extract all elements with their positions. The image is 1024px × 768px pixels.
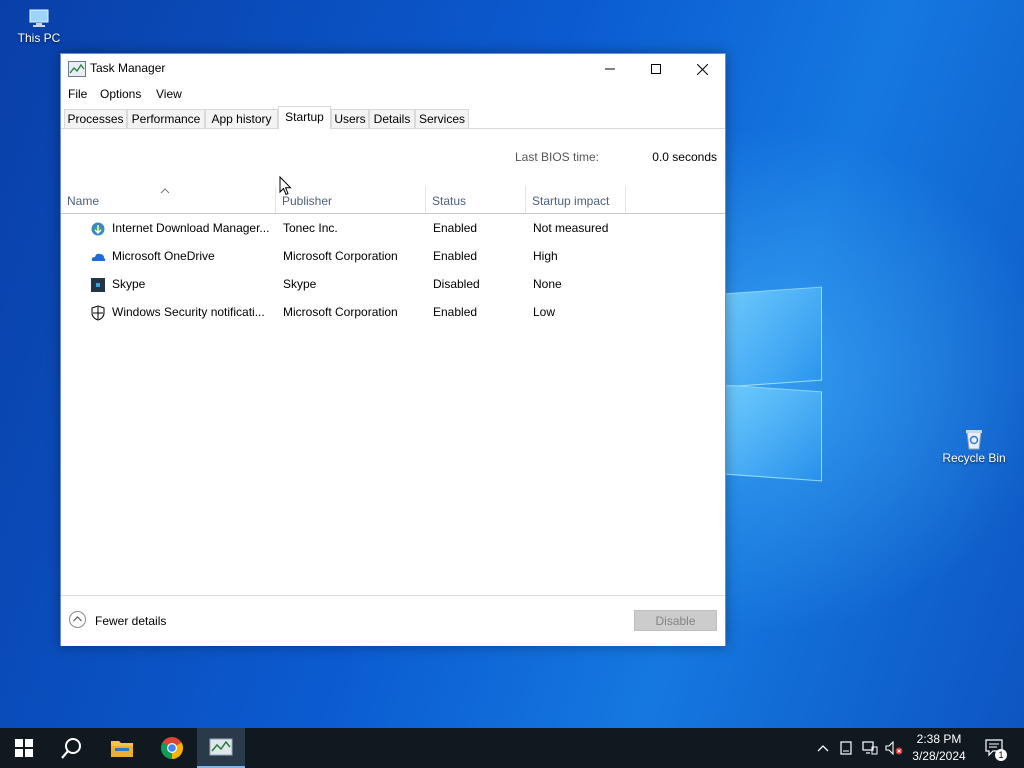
tab-processes[interactable]: Processes <box>64 109 127 128</box>
notification-count-badge: 1 <box>995 749 1007 761</box>
window-title: Task Manager <box>90 61 166 75</box>
fewer-details-link[interactable]: Fewer details <box>95 614 166 628</box>
taskbar-chrome[interactable] <box>148 728 196 768</box>
row-name: Skype <box>112 277 146 291</box>
task-manager-window: Task Manager File Options View Processes… <box>60 53 726 646</box>
menu-options[interactable]: Options <box>100 87 141 101</box>
column-header-status[interactable]: Status <box>426 186 526 213</box>
search-icon <box>61 738 81 759</box>
row-publisher: Microsoft Corporation <box>283 249 398 263</box>
taskbar: 2:38 PM 3/28/2024 1 <box>0 728 1024 768</box>
tab-users[interactable]: Users <box>331 109 369 128</box>
desktop-icon-this-pc[interactable]: This PC <box>0 8 79 45</box>
wallpaper-logo-pane <box>724 286 822 388</box>
title-bar[interactable]: Task Manager <box>61 54 725 84</box>
shield-icon <box>90 305 105 321</box>
row-publisher: Skype <box>283 277 317 291</box>
start-button[interactable] <box>0 728 48 768</box>
minimize-icon <box>605 68 615 70</box>
row-status: Enabled <box>433 249 478 263</box>
table-row[interactable]: Skype Skype Disabled None <box>61 270 725 298</box>
row-impact: None <box>533 277 562 291</box>
minimize-button[interactable] <box>587 54 633 84</box>
column-headers: Name Publisher Status Startup impact <box>61 186 725 214</box>
taskbar-file-explorer[interactable] <box>98 728 146 768</box>
row-publisher: Microsoft Corporation <box>283 305 398 319</box>
menu-file[interactable]: File <box>68 87 87 101</box>
tab-app-history[interactable]: App history <box>205 109 278 128</box>
menu-bar: File Options View <box>61 85 725 105</box>
row-name: Microsoft OneDrive <box>112 249 215 263</box>
table-row[interactable]: Microsoft OneDrive Microsoft Corporation… <box>61 242 725 270</box>
desktop: This PC Recycle Bin Task Manager File Op… <box>0 0 1024 728</box>
table-row[interactable]: Windows Security notificati... Microsoft… <box>61 298 725 326</box>
row-impact: Low <box>533 305 556 319</box>
row-impact: High <box>533 249 558 263</box>
onedrive-icon <box>90 249 106 263</box>
system-clock[interactable]: 2:38 PM 3/28/2024 <box>906 731 972 765</box>
tab-details[interactable]: Details <box>369 109 415 128</box>
column-header-name[interactable]: Name <box>61 186 276 213</box>
device-icon[interactable] <box>837 739 855 757</box>
folder-icon <box>111 741 133 757</box>
desktop-icon-label: This PC <box>17 31 61 45</box>
network-icon[interactable] <box>861 739 879 757</box>
row-name: Windows Security notificati... <box>112 305 265 319</box>
footer: Fewer details Disable <box>61 595 725 646</box>
bios-time-value: 0.0 seconds <box>652 150 717 164</box>
clock-time: 2:38 PM <box>916 732 962 746</box>
tab-performance[interactable]: Performance <box>127 109 205 128</box>
maximize-button[interactable] <box>633 54 679 84</box>
disable-button[interactable]: Disable <box>634 610 717 631</box>
row-status: Enabled <box>433 221 478 235</box>
close-icon <box>696 63 708 75</box>
row-status: Enabled <box>433 305 478 319</box>
tab-startup[interactable]: Startup <box>278 106 331 129</box>
row-status: Disabled <box>433 277 480 291</box>
close-button[interactable] <box>679 54 725 84</box>
task-manager-icon <box>209 738 233 756</box>
windows-logo-icon <box>15 739 33 757</box>
bios-time-label: Last BIOS time: <box>514 150 599 164</box>
maximize-icon <box>651 64 661 74</box>
skype-icon <box>90 277 105 292</box>
chrome-icon <box>161 737 183 759</box>
table-row[interactable]: Internet Download Manager... Tonec Inc. … <box>61 214 725 242</box>
column-header-startup-impact[interactable]: Startup impact <box>526 186 626 213</box>
computer-icon <box>27 8 51 28</box>
idm-icon <box>90 221 105 236</box>
clock-date: 3/28/2024 <box>912 749 966 763</box>
task-manager-icon <box>68 61 86 77</box>
mouse-cursor-icon <box>279 175 292 201</box>
tab-services[interactable]: Services <box>415 109 469 128</box>
menu-view[interactable]: View <box>156 87 182 101</box>
wallpaper-logo-pane <box>724 384 822 482</box>
row-publisher: Tonec Inc. <box>283 221 338 235</box>
desktop-icon-label: Recycle Bin <box>942 451 1006 465</box>
desktop-icon-recycle-bin[interactable]: Recycle Bin <box>934 428 1014 465</box>
column-header-publisher[interactable]: Publisher <box>276 186 426 213</box>
tab-strip: Processes Performance App history Startu… <box>61 106 725 129</box>
taskbar-task-manager[interactable] <box>197 728 245 768</box>
chevron-up-icon[interactable] <box>69 611 86 628</box>
show-hidden-icons-icon[interactable] <box>814 739 832 757</box>
recycle-bin-icon <box>962 428 986 450</box>
search-button[interactable] <box>48 728 96 768</box>
row-name: Internet Download Manager... <box>112 221 270 235</box>
row-impact: Not measured <box>533 221 609 235</box>
volume-muted-icon[interactable] <box>885 739 903 757</box>
